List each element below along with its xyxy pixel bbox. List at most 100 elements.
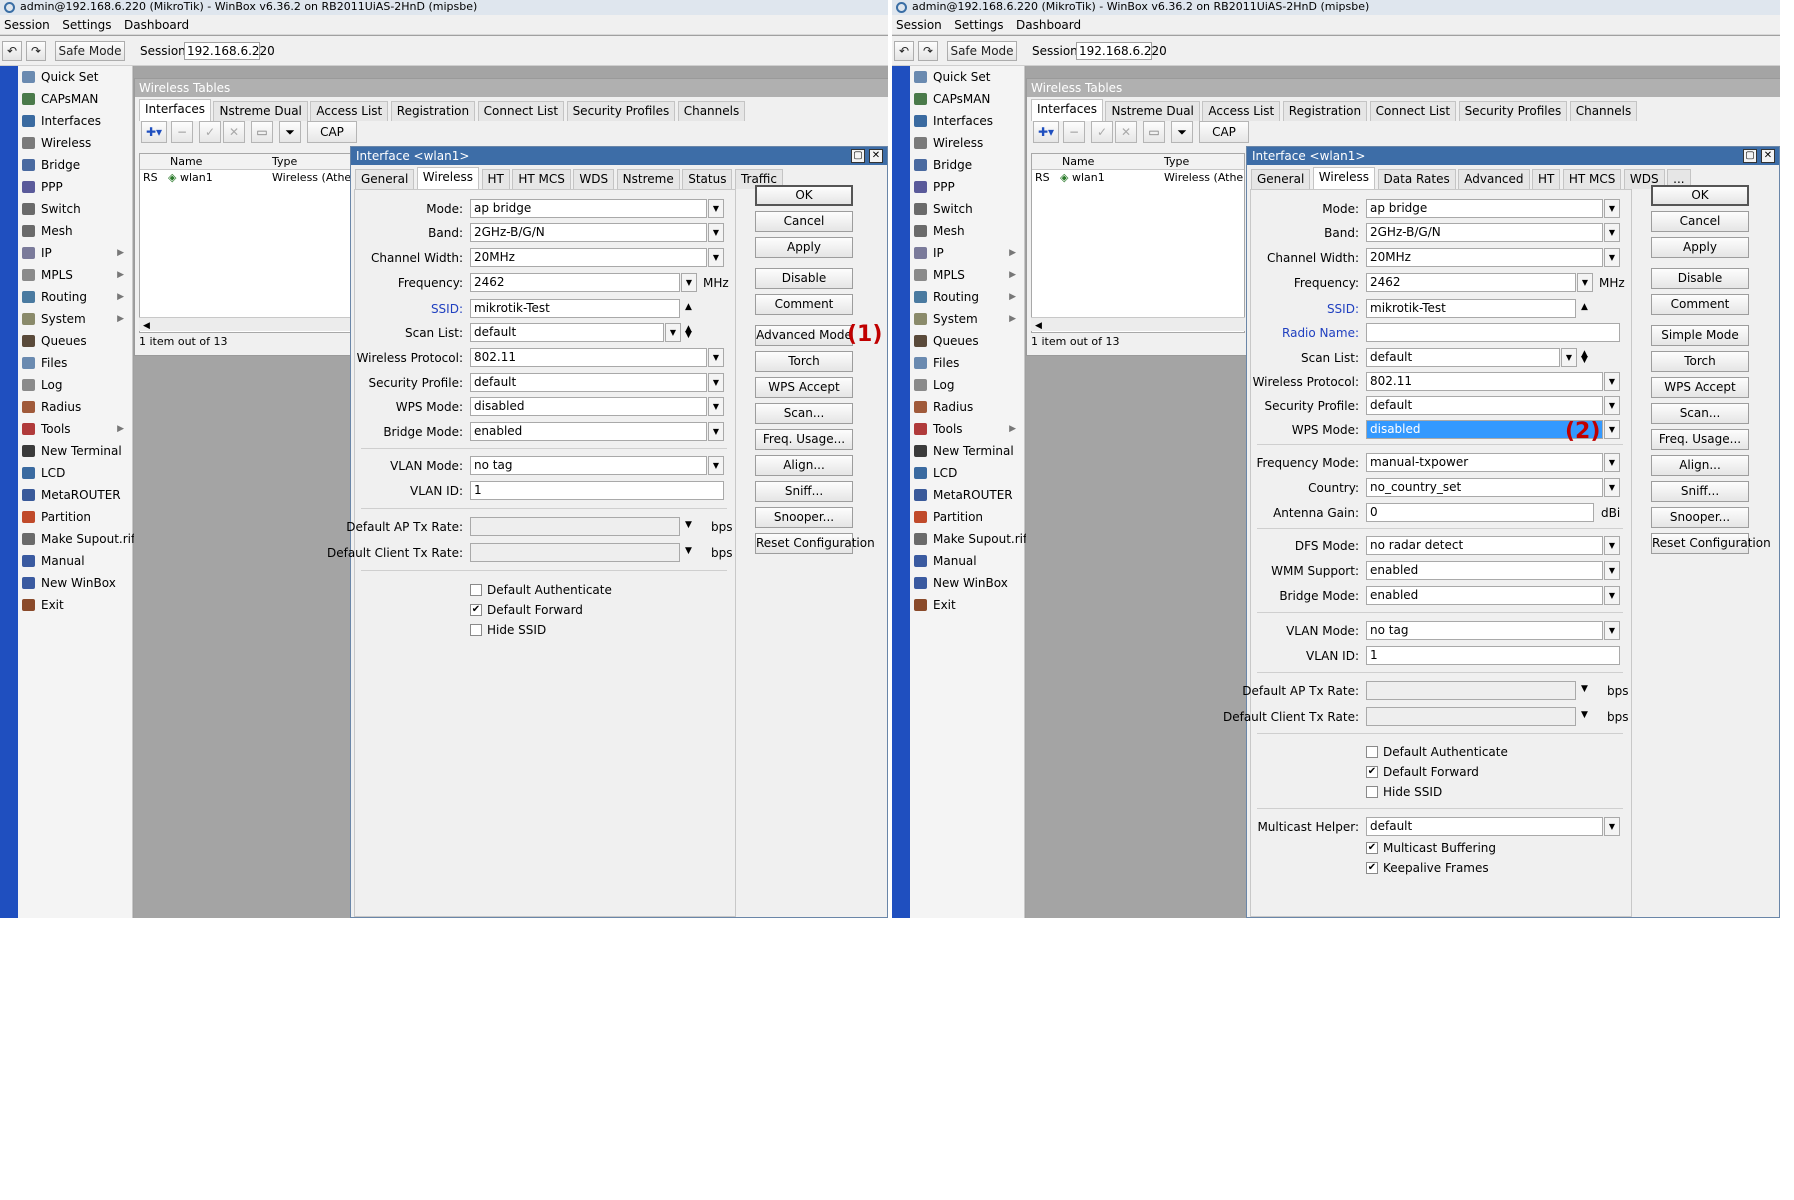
tab-interfaces[interactable]: Interfaces: [139, 99, 211, 121]
tab-general[interactable]: General: [1251, 169, 1311, 189]
ssid-input[interactable]: mikrotik-Test: [470, 299, 680, 318]
sidebar-item-mesh[interactable]: Mesh: [910, 220, 1024, 242]
menu-dashboard[interactable]: Dashboard: [1012, 15, 1086, 32]
sidebar-item-mpls[interactable]: MPLS ▶: [910, 264, 1024, 286]
add-icon[interactable]: ✚▾: [1033, 121, 1059, 143]
dropdown-arrow-icon[interactable]: ▼: [1604, 248, 1620, 267]
default-client-tx-input[interactable]: [470, 543, 680, 562]
menu-settings[interactable]: Settings: [58, 15, 116, 32]
wps-accept-button[interactable]: WPS Accept: [755, 377, 853, 398]
scan-list-select[interactable]: default: [1366, 348, 1560, 367]
apply-button[interactable]: Apply: [1651, 237, 1749, 258]
column-name[interactable]: Name: [1062, 155, 1094, 168]
checkbox-box[interactable]: [1366, 786, 1378, 798]
align-button[interactable]: Align...: [1651, 455, 1749, 476]
vlan-id-input[interactable]: 1: [1366, 646, 1620, 665]
tab-security-profiles[interactable]: Security Profiles: [566, 101, 676, 121]
scroll-left-icon[interactable]: ◀: [139, 321, 150, 331]
comment-button[interactable]: Comment: [1651, 294, 1749, 315]
sidebar-item-metarouter[interactable]: MetaROUTER: [18, 484, 132, 506]
sidebar-item-lcd[interactable]: LCD: [18, 462, 132, 484]
tab-ht-mcs[interactable]: HT MCS: [512, 169, 571, 189]
sidebar-item-capsman[interactable]: CAPsMAN: [910, 88, 1024, 110]
bridge-mode-select[interactable]: enabled: [470, 422, 707, 441]
undo-icon[interactable]: ↶: [894, 41, 914, 61]
tab-access-list[interactable]: Access List: [1202, 101, 1281, 121]
sidebar-item-ppp[interactable]: PPP: [910, 176, 1024, 198]
dropdown-arrow-icon[interactable]: ▼: [1604, 199, 1620, 218]
sidebar-item-quick-set[interactable]: Quick Set: [910, 66, 1024, 88]
tab-wireless[interactable]: Wireless: [416, 167, 480, 189]
frequency-mode-select[interactable]: manual-txpower: [1366, 453, 1603, 472]
scan-button[interactable]: Scan...: [755, 403, 853, 424]
vlan-mode-select[interactable]: no tag: [1366, 621, 1603, 640]
sidebar-item-bridge[interactable]: Bridge: [910, 154, 1024, 176]
sidebar-item-lcd[interactable]: LCD: [910, 462, 1024, 484]
checkbox-box[interactable]: ✔: [1366, 842, 1378, 854]
tab-ht[interactable]: HT: [481, 169, 510, 189]
sidebar-item-tools[interactable]: Tools ▶: [910, 418, 1024, 440]
sidebar-item-files[interactable]: Files: [18, 352, 132, 374]
channel-width-select[interactable]: 20MHz: [470, 248, 707, 267]
checkbox-box[interactable]: [470, 624, 482, 636]
sidebar-item-log[interactable]: Log: [18, 374, 132, 396]
sidebar-item-switch[interactable]: Switch: [910, 198, 1024, 220]
dropdown-arrow-icon[interactable]: ▼: [1577, 273, 1593, 292]
dropdown-arrow-icon[interactable]: ▼: [1604, 372, 1620, 391]
dropdown-arrow-icon[interactable]: ▼: [665, 323, 681, 342]
filter-icon[interactable]: ⏷: [1171, 121, 1193, 143]
sidebar-item-routing[interactable]: Routing ▶: [910, 286, 1024, 308]
table-row[interactable]: RS ◈ wlan1 Wireless (Atheros: [1032, 170, 1244, 186]
radio-name-input[interactable]: [1366, 323, 1620, 342]
dropdown-arrow-icon[interactable]: ▼: [708, 199, 724, 218]
cancel-button[interactable]: Cancel: [1651, 211, 1749, 232]
vlan-id-input[interactable]: 1: [470, 481, 724, 500]
dropdown-arrow-icon[interactable]: ▼: [1604, 223, 1620, 242]
wireless-protocol-select[interactable]: 802.11: [470, 348, 707, 367]
menu-dashboard[interactable]: Dashboard: [120, 15, 194, 32]
remove-icon[interactable]: −: [1063, 121, 1085, 143]
disable-icon[interactable]: ✕: [1115, 121, 1137, 143]
undo-icon[interactable]: ↶: [2, 41, 22, 61]
tab-connect-list[interactable]: Connect List: [1369, 101, 1457, 121]
freq-usage-button[interactable]: Freq. Usage...: [1651, 429, 1749, 450]
dropdown-arrow-icon[interactable]: ▼: [685, 546, 692, 556]
wireless-protocol-select[interactable]: 802.11: [1366, 372, 1603, 391]
filter-icon[interactable]: ⏷: [279, 121, 301, 143]
advanced-mode-button[interactable]: Advanced Mode: [755, 325, 853, 346]
dropdown-arrow-icon[interactable]: ▼: [1604, 478, 1620, 497]
dropdown-arrow-icon[interactable]: ▼: [1604, 396, 1620, 415]
tab-ht-mcs[interactable]: HT MCS: [1562, 169, 1622, 189]
session-input[interactable]: 192.168.6.220: [184, 42, 275, 60]
cap-button[interactable]: CAP: [307, 121, 357, 143]
scroll-left-icon[interactable]: ◀: [1031, 321, 1042, 331]
disable-button[interactable]: Disable: [755, 268, 853, 289]
sidebar-item-make-supout-rif[interactable]: Make Supout.rif: [910, 528, 1027, 550]
sidebar-item-bridge[interactable]: Bridge: [18, 154, 132, 176]
checkbox-box[interactable]: ✔: [1366, 862, 1378, 874]
enable-icon[interactable]: ✓: [199, 121, 221, 143]
sidebar-item-switch[interactable]: Switch: [18, 198, 132, 220]
multicast-helper-select[interactable]: default: [1366, 817, 1603, 836]
tab-security-profiles[interactable]: Security Profiles: [1458, 101, 1568, 121]
tab-advanced[interactable]: Advanced: [1458, 169, 1530, 189]
dropdown-arrow-icon[interactable]: ▼: [708, 373, 724, 392]
sidebar-item-make-supout-rif[interactable]: Make Supout.rif: [18, 528, 135, 550]
band-select[interactable]: 2GHz-B/G/N: [470, 223, 707, 242]
sidebar-item-queues[interactable]: Queues: [910, 330, 1024, 352]
dropdown-arrow-icon[interactable]: ▼: [1604, 536, 1620, 555]
checkbox-box[interactable]: ✔: [470, 604, 482, 616]
disable-icon[interactable]: ✕: [223, 121, 245, 143]
up-down-icon[interactable]: ▲ ▼: [685, 325, 692, 340]
channel-width-select[interactable]: 20MHz: [1366, 248, 1603, 267]
ok-button[interactable]: OK: [755, 185, 853, 206]
default-ap-tx-input[interactable]: [470, 517, 680, 536]
sidebar-item-mesh[interactable]: Mesh: [18, 220, 132, 242]
dropdown-arrow-icon[interactable]: ▼: [1604, 561, 1620, 580]
dropdown-arrow-icon[interactable]: ▼: [708, 348, 724, 367]
cap-button[interactable]: CAP: [1199, 121, 1249, 143]
simple-mode-button[interactable]: Simple Mode: [1651, 325, 1749, 346]
tab-status[interactable]: Status: [682, 169, 733, 189]
tab-channels[interactable]: Channels: [677, 101, 746, 121]
horizontal-scrollbar[interactable]: ◀: [139, 317, 353, 331]
